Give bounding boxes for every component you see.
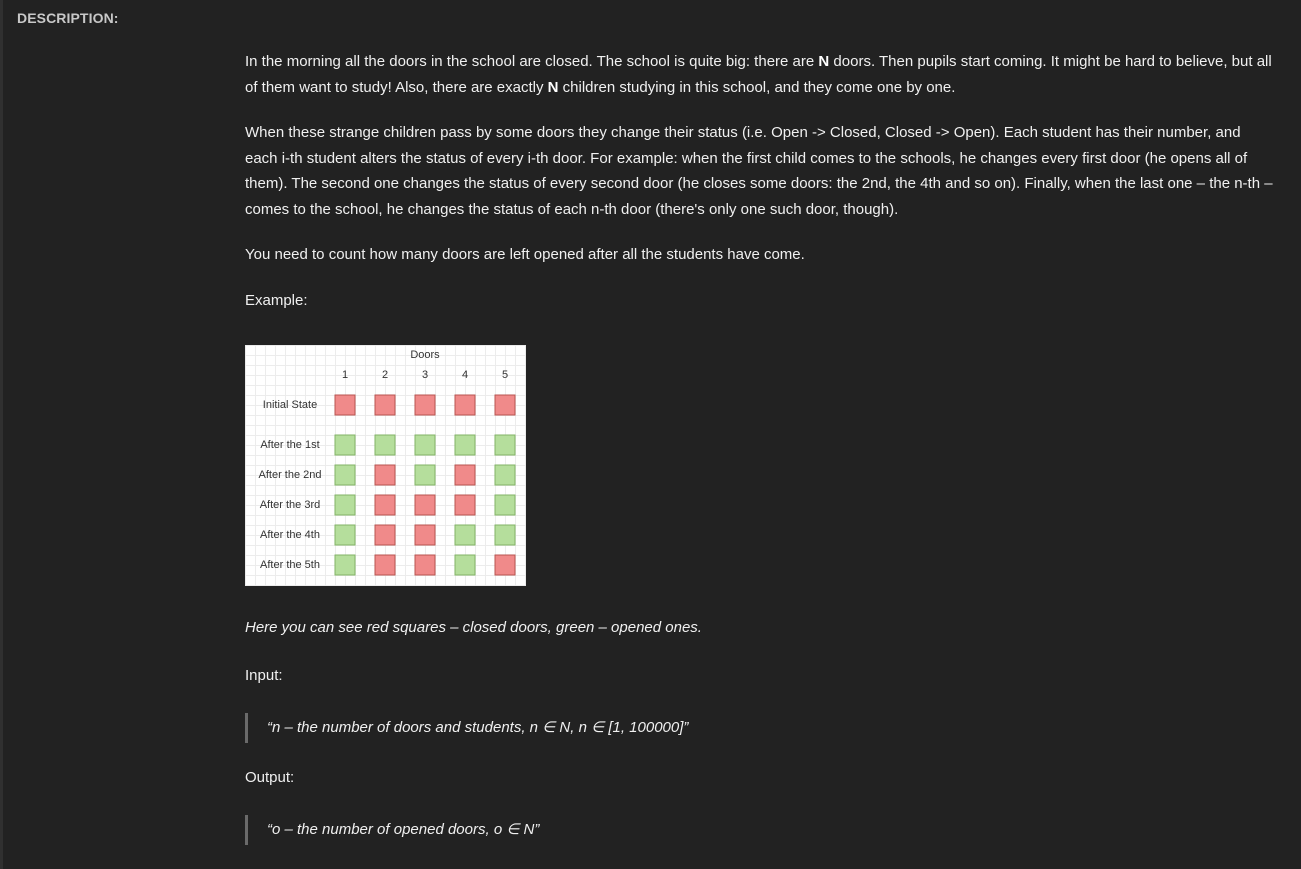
emphasis-n: N [818, 53, 830, 70]
state-row-label: After the 3rd [260, 499, 321, 511]
input-label: Input: [245, 667, 283, 684]
door-closed-square [494, 394, 516, 416]
description-body: In the morning all the doors in the scho… [245, 49, 1275, 333]
paragraph-rules: When these strange children pass by some… [245, 124, 1273, 218]
door-column-label: 4 [462, 369, 468, 381]
state-row-label: After the 5th [260, 559, 320, 571]
door-open-square [334, 554, 356, 576]
doors-diagram-svg: Doors 1 2 3 4 5 Initial State After the 1st Afte… [259, 349, 516, 576]
door-closed-square [494, 554, 516, 576]
door-column-label: 2 [382, 369, 388, 381]
door-closed-square [374, 394, 396, 416]
door-closed-square [414, 494, 436, 516]
door-closed-square [374, 494, 396, 516]
door-open-square [334, 434, 356, 456]
door-closed-square [334, 394, 356, 416]
door-open-square [334, 464, 356, 486]
door-closed-square [374, 524, 396, 546]
door-open-square [374, 434, 396, 456]
state-row-label: After the 1st [260, 439, 319, 451]
door-open-square [454, 554, 476, 576]
example-diagram: Doors 1 2 3 4 5 Initial State After the 1st Afte… [245, 345, 526, 586]
door-closed-square [414, 554, 436, 576]
door-open-square [414, 434, 436, 456]
door-closed-square [414, 394, 436, 416]
door-closed-square [454, 464, 476, 486]
state-row-label: After the 4th [260, 529, 320, 541]
output-quote: “o – the number of opened doors, o ∈ N” [245, 815, 539, 845]
door-open-square [334, 524, 356, 546]
door-open-square [454, 524, 476, 546]
door-column-label: 1 [342, 369, 348, 381]
input-quote: “n – the number of doors and students, n… [245, 713, 688, 743]
paragraph-intro: In the morning all the doors in the scho… [245, 53, 1272, 96]
door-closed-square [374, 554, 396, 576]
door-open-square [494, 524, 516, 546]
door-column-label: 3 [422, 369, 428, 381]
door-open-square [334, 494, 356, 516]
door-closed-square [454, 394, 476, 416]
doors-caption: Doors [410, 349, 440, 361]
door-open-square [414, 464, 436, 486]
door-open-square [454, 434, 476, 456]
door-open-square [494, 494, 516, 516]
example-label: Example: [245, 291, 308, 309]
door-closed-square [454, 494, 476, 516]
door-closed-square [414, 524, 436, 546]
output-label: Output: [245, 769, 295, 786]
door-open-square [494, 464, 516, 486]
door-closed-square [374, 464, 396, 486]
state-row-label: Initial State [263, 399, 317, 411]
state-row-label: After the 2nd [259, 469, 322, 481]
section-title: DESCRIPTION: [17, 10, 119, 26]
legend-note: Here you can see red squares – closed do… [245, 619, 702, 636]
paragraph-task: You need to count how many doors are lef… [245, 246, 805, 263]
door-open-square [494, 434, 516, 456]
emphasis-n: N [547, 78, 559, 96]
door-column-label: 5 [502, 369, 508, 381]
